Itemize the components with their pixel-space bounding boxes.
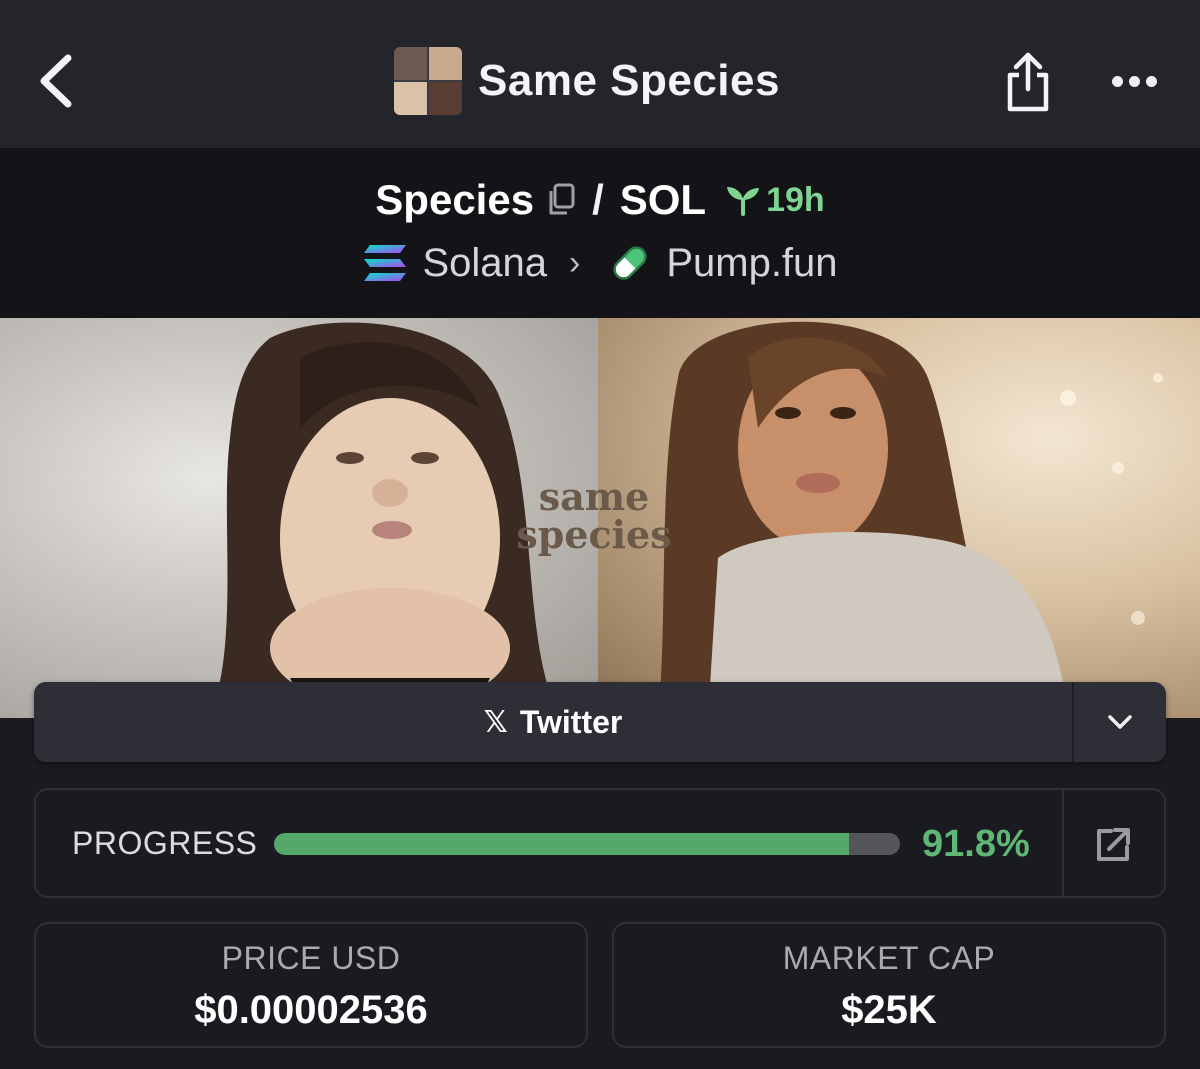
top-navigation-bar: Same Species	[0, 0, 1200, 148]
price-usd-label: PRICE USD	[221, 940, 401, 976]
banner-caption-line-2: species	[516, 512, 672, 557]
pair-separator: /	[592, 176, 604, 223]
progress-bar	[274, 833, 900, 855]
banner-caption: same species	[0, 478, 1200, 554]
banner-caption-line-1: same	[538, 474, 650, 519]
x-logo-icon: 𝕏	[483, 705, 508, 739]
chevron-left-icon	[40, 54, 72, 108]
dot	[1145, 75, 1157, 87]
price-usd-card: PRICE USD $0.00002536	[34, 922, 588, 1048]
progress-bar-fill	[274, 833, 849, 855]
open-external-button[interactable]	[1088, 820, 1138, 870]
divider	[1062, 790, 1064, 896]
dot	[1128, 75, 1140, 87]
title-group: Same Species	[394, 46, 780, 116]
copy-icon[interactable]	[546, 183, 576, 217]
quote-symbol: SOL	[619, 176, 707, 223]
sprout-icon	[727, 187, 760, 216]
share-button[interactable]	[998, 44, 1058, 118]
back-button[interactable]	[30, 50, 82, 112]
pair-row: Species / SOL 19h	[0, 172, 1200, 228]
age-label: 19h	[766, 180, 825, 219]
chevron-down-icon	[1108, 715, 1132, 729]
token-symbol: Species	[375, 176, 535, 223]
social-links-bar: 𝕏 Twitter	[34, 682, 1166, 762]
progress-value: 91.8%	[922, 823, 1030, 865]
solana-icon	[364, 245, 407, 281]
market-cap-card: MARKET CAP $25K	[612, 922, 1166, 1048]
page-title: Same Species	[478, 56, 780, 105]
chain-row: Solana › Pump.fun	[0, 238, 1200, 288]
share-icon	[1007, 52, 1049, 112]
token-banner-image: same species	[0, 318, 1200, 718]
bonding-progress-card: PROGRESS 91.8%	[34, 788, 1166, 898]
dot	[1111, 75, 1123, 87]
token-avatar	[394, 47, 462, 115]
chevron-right-icon: ›	[569, 243, 581, 282]
pill-icon	[613, 246, 647, 280]
chain-name[interactable]: Solana	[422, 241, 547, 286]
twitter-label: Twitter	[519, 703, 623, 740]
social-links-expand-button[interactable]	[1072, 682, 1166, 762]
external-link-icon	[1097, 828, 1130, 861]
more-options-button[interactable]	[1104, 60, 1164, 102]
price-usd-value: $0.00002536	[194, 988, 428, 1032]
market-cap-value: $25K	[841, 988, 937, 1032]
market-cap-label: MARKET CAP	[782, 940, 996, 976]
progress-label: PROGRESS	[72, 825, 258, 861]
twitter-button[interactable]: 𝕏 Twitter	[34, 682, 1072, 762]
pair-age: 19h	[724, 181, 825, 220]
dex-name[interactable]: Pump.fun	[666, 241, 837, 286]
token-header: Species / SOL 19h Solana › Pump.fun	[0, 148, 1200, 318]
